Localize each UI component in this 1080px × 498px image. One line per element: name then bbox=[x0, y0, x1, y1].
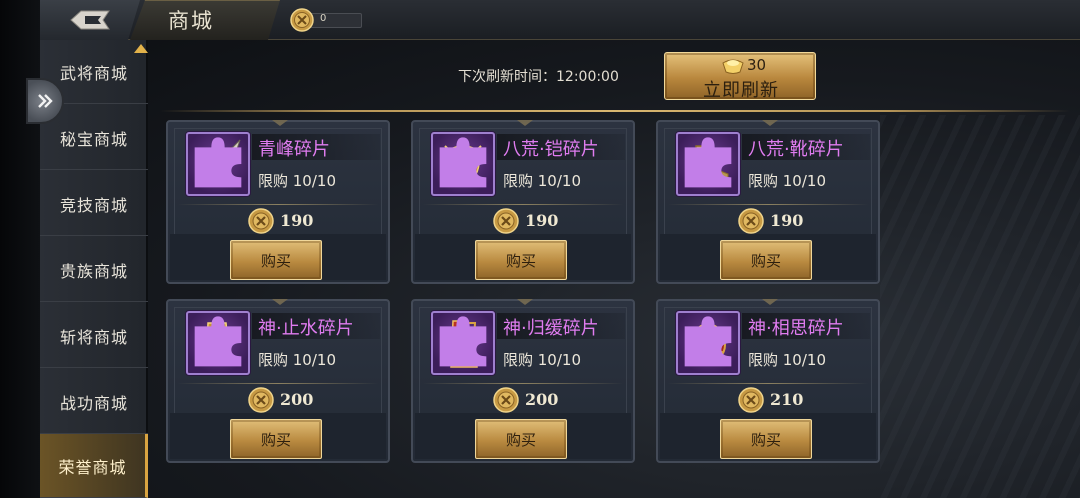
refresh-timer: 下次刷新时间：12:00:00 bbox=[458, 69, 619, 85]
item-name: 神·归缓碎片 bbox=[503, 318, 599, 339]
sidebar-item-label: 贵族商城 bbox=[59, 261, 128, 281]
buy-button[interactable]: 购买 bbox=[230, 419, 322, 459]
gold-ingot-icon bbox=[722, 59, 744, 74]
shop-item-card: 神·归缓碎片 限购 10/10 200 购买 bbox=[411, 299, 635, 463]
refresh-now-button[interactable]: 30 立即刷新 bbox=[664, 52, 816, 101]
item-name: 八荒·靴碎片 bbox=[748, 139, 844, 160]
purchase-limit: 限购 10/10 bbox=[503, 172, 581, 190]
puzzle-piece-icon bbox=[194, 137, 242, 188]
honor-coin-icon bbox=[290, 8, 314, 32]
purchase-limit: 限购 10/10 bbox=[258, 172, 336, 190]
shop-screen: 商城 0 武将商城 秘宝商城 竞技商城 贵族商城 斩将商城 战功商城 荣誉商城 … bbox=[0, 0, 1080, 498]
card-notch bbox=[517, 299, 533, 305]
refresh-button-label: 立即刷新 bbox=[703, 80, 779, 101]
sidebar-item-arena-shop[interactable]: 竞技商城 bbox=[40, 172, 148, 236]
sidebar-item-label: 武将商城 bbox=[59, 63, 128, 83]
card-separator bbox=[668, 383, 868, 384]
puzzle-piece-icon bbox=[684, 137, 732, 188]
puzzle-piece-icon bbox=[684, 316, 732, 367]
sidebar-item-label: 荣誉商城 bbox=[58, 457, 127, 477]
shop-item-card: 神·相思碎片 限购 10/10 210 购买 bbox=[656, 299, 880, 463]
honor-coin-icon bbox=[248, 387, 274, 413]
buy-button-label: 购买 bbox=[750, 430, 781, 449]
card-notch bbox=[762, 120, 778, 126]
scroll-up-arrow-icon[interactable] bbox=[134, 44, 148, 53]
buy-button[interactable]: 购买 bbox=[475, 419, 567, 459]
item-price: 200 bbox=[280, 390, 314, 409]
purchase-limit: 限购 10/10 bbox=[258, 351, 336, 369]
currency-amount: 0 bbox=[320, 13, 327, 24]
sidebar-item-slay-shop[interactable]: 斩将商城 bbox=[40, 304, 148, 368]
buy-button[interactable]: 购买 bbox=[230, 240, 322, 280]
item-icon-frame[interactable] bbox=[676, 311, 740, 375]
item-icon-frame[interactable] bbox=[431, 132, 495, 196]
honor-coin-icon bbox=[738, 208, 764, 234]
buy-button[interactable]: 购买 bbox=[475, 240, 567, 280]
item-price: 190 bbox=[770, 211, 804, 230]
puzzle-piece-icon bbox=[439, 137, 487, 188]
sidebar-item-label: 秘宝商城 bbox=[59, 129, 128, 149]
puzzle-piece-icon bbox=[439, 316, 487, 367]
purchase-limit: 限购 10/10 bbox=[748, 172, 826, 190]
buy-button[interactable]: 购买 bbox=[720, 419, 812, 459]
purchase-limit: 限购 10/10 bbox=[748, 351, 826, 369]
card-separator bbox=[423, 383, 623, 384]
buy-button-label: 购买 bbox=[260, 251, 291, 270]
double-chevron-right-icon bbox=[38, 94, 53, 108]
card-separator bbox=[178, 383, 378, 384]
sidebar-item-label: 斩将商城 bbox=[59, 327, 128, 347]
card-notch bbox=[272, 299, 288, 305]
item-icon-frame[interactable] bbox=[431, 311, 495, 375]
back-button[interactable] bbox=[40, 0, 140, 40]
purchase-limit: 限购 10/10 bbox=[503, 351, 581, 369]
buy-button[interactable]: 购买 bbox=[720, 240, 812, 280]
card-notch bbox=[517, 120, 533, 126]
sidebar-item-honor-shop[interactable]: 荣誉商城 bbox=[40, 434, 148, 498]
currency-box bbox=[308, 13, 362, 28]
sidebar-item-merit-shop[interactable]: 战功商城 bbox=[40, 370, 148, 434]
honor-coin-icon bbox=[493, 208, 519, 234]
honor-coin-icon bbox=[248, 208, 274, 234]
item-icon-frame[interactable] bbox=[186, 132, 250, 196]
item-price: 190 bbox=[525, 211, 559, 230]
background-scenery bbox=[880, 115, 1080, 498]
refresh-cost: 30 bbox=[747, 56, 767, 74]
shop-item-card: 青峰碎片 限购 10/10 190 购买 bbox=[166, 120, 390, 284]
section-divider bbox=[160, 110, 1070, 112]
honor-coin-icon bbox=[738, 387, 764, 413]
card-notch bbox=[272, 120, 288, 126]
item-price: 210 bbox=[770, 390, 804, 409]
shop-item-card: 神·止水碎片 限购 10/10 200 购买 bbox=[166, 299, 390, 463]
buy-button-label: 购买 bbox=[505, 251, 536, 270]
shop-item-card: 八荒·靴碎片 限购 10/10 190 购买 bbox=[656, 120, 880, 284]
sidebar-item-label: 竞技商城 bbox=[59, 195, 128, 215]
buy-button-label: 购买 bbox=[505, 430, 536, 449]
item-price: 200 bbox=[525, 390, 559, 409]
card-separator bbox=[423, 204, 623, 205]
buy-button-label: 购买 bbox=[750, 251, 781, 270]
item-icon-frame[interactable] bbox=[186, 311, 250, 375]
puzzle-piece-icon bbox=[194, 316, 242, 367]
sidebar-item-label: 战功商城 bbox=[59, 393, 128, 413]
sidebar-item-noble-shop[interactable]: 贵族商城 bbox=[40, 238, 148, 302]
item-icon-frame[interactable] bbox=[676, 132, 740, 196]
shop-item-card: 八荒·铠碎片 限购 10/10 190 购买 bbox=[411, 120, 635, 284]
back-arrow-icon bbox=[70, 10, 110, 30]
buy-button-label: 购买 bbox=[260, 430, 291, 449]
card-separator bbox=[178, 204, 378, 205]
card-separator bbox=[668, 204, 868, 205]
item-name: 神·相思碎片 bbox=[748, 318, 844, 339]
item-name: 神·止水碎片 bbox=[258, 318, 354, 339]
card-notch bbox=[762, 299, 778, 305]
currency-display: 0 bbox=[290, 8, 364, 32]
honor-coin-icon bbox=[493, 387, 519, 413]
item-price: 190 bbox=[280, 211, 314, 230]
item-name: 八荒·铠碎片 bbox=[503, 139, 599, 160]
screen-edge bbox=[0, 0, 40, 498]
page-title: 商城 bbox=[168, 9, 214, 33]
item-name: 青峰碎片 bbox=[258, 139, 330, 160]
